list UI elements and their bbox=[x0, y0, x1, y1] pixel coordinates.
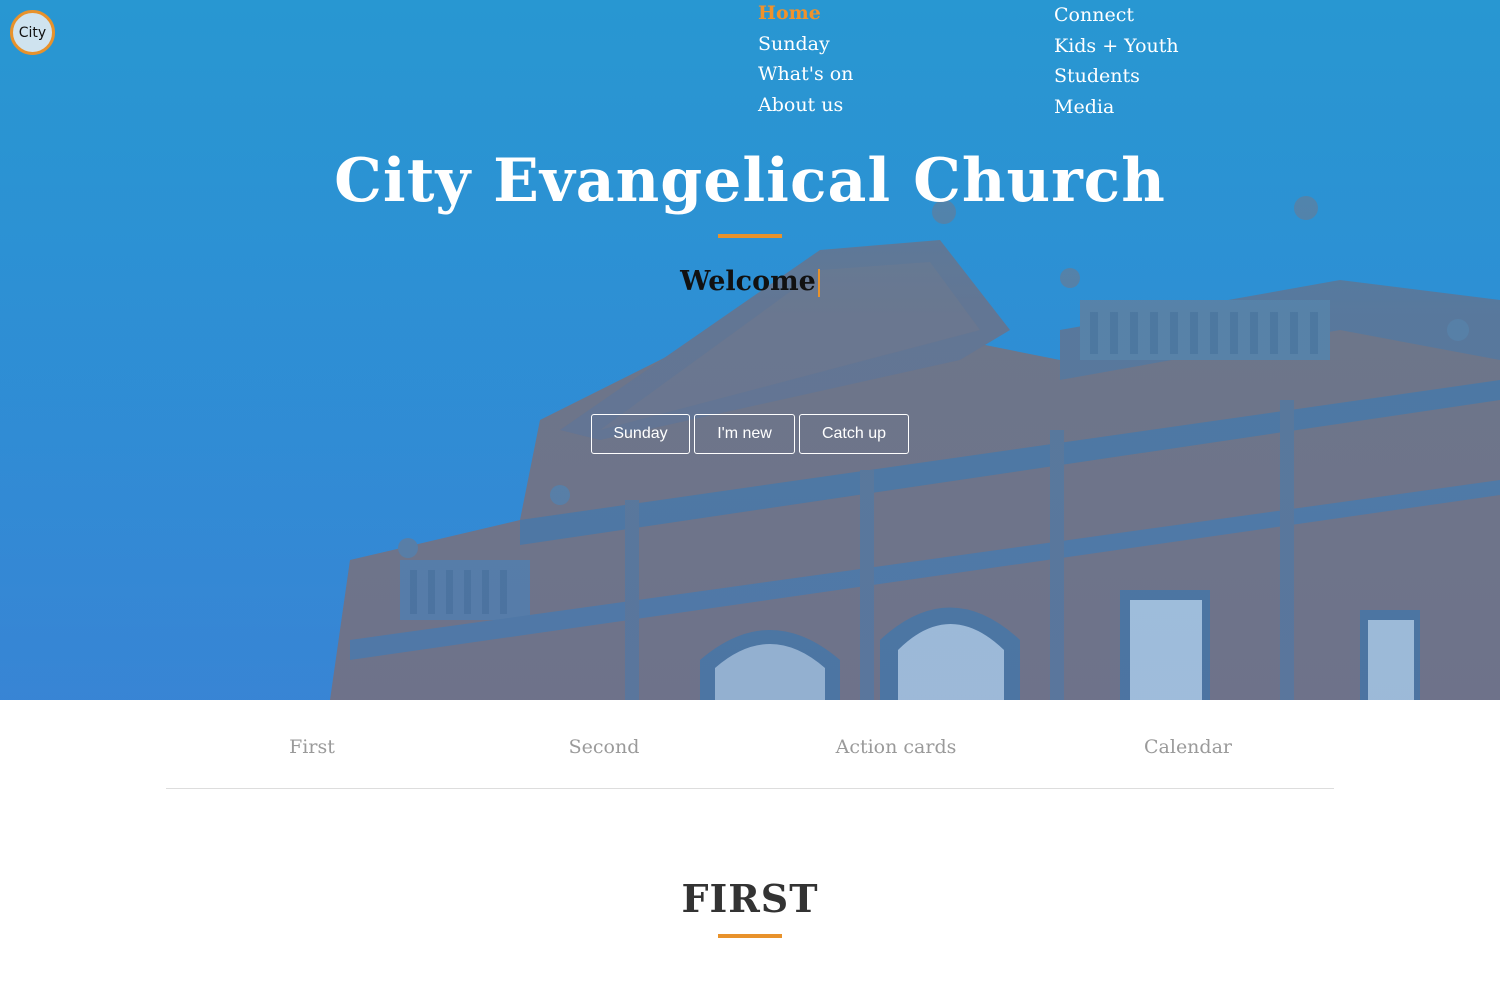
logo-text: City bbox=[18, 24, 47, 41]
hero-banner: City Home Sunday What's on About us Conn… bbox=[0, 0, 1500, 700]
title-divider bbox=[718, 234, 782, 238]
tab-second[interactable]: Second bbox=[458, 700, 750, 788]
nav-link-sunday[interactable]: Sunday bbox=[758, 29, 853, 60]
section-divider bbox=[718, 934, 782, 938]
hero-subtitle: Welcome bbox=[0, 266, 1500, 297]
welcome-text: Welcome bbox=[680, 266, 816, 297]
catch-up-button[interactable]: Catch up bbox=[799, 414, 909, 454]
city-logo[interactable]: City bbox=[10, 10, 55, 55]
section-tabs: First Second Action cards Calendar bbox=[166, 700, 1334, 789]
section-title: FIRST bbox=[681, 876, 819, 921]
main-nav-column-1: Home Sunday What's on About us bbox=[758, 0, 853, 120]
nav-link-media[interactable]: Media bbox=[1054, 92, 1179, 123]
hero-overlay bbox=[0, 0, 1500, 700]
im-new-button[interactable]: I'm new bbox=[694, 414, 795, 454]
typing-caret bbox=[817, 268, 820, 297]
nav-link-kids-youth[interactable]: Kids + Youth bbox=[1054, 31, 1179, 62]
sunday-button[interactable]: Sunday bbox=[591, 414, 690, 454]
nav-link-about-us[interactable]: About us bbox=[758, 90, 853, 121]
nav-link-whats-on[interactable]: What's on bbox=[758, 59, 853, 90]
nav-link-home[interactable]: Home bbox=[758, 0, 853, 29]
hero-button-group: Sunday I'm new Catch up bbox=[591, 414, 909, 454]
nav-link-connect[interactable]: Connect bbox=[1054, 0, 1179, 31]
tab-action-cards[interactable]: Action cards bbox=[750, 700, 1042, 788]
hero-title: City Evangelical Church bbox=[334, 146, 1166, 216]
main-nav-column-2: Connect Kids + Youth Students Media bbox=[1054, 0, 1179, 122]
tab-calendar[interactable]: Calendar bbox=[1042, 700, 1334, 788]
tab-first[interactable]: First bbox=[166, 700, 458, 788]
nav-link-students[interactable]: Students bbox=[1054, 61, 1179, 92]
